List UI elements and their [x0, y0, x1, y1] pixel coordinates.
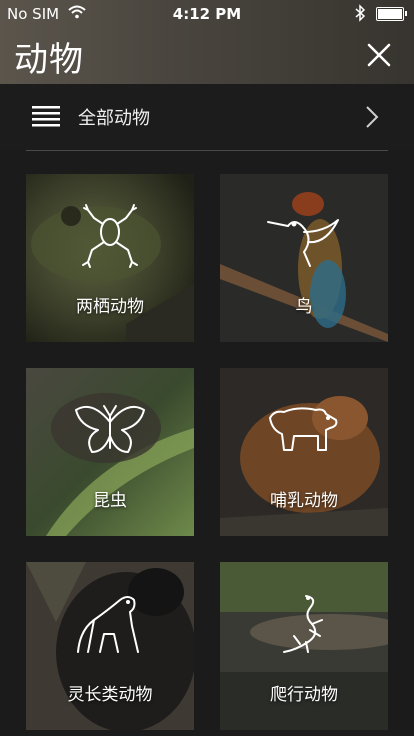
status-time: 4:12 PM [172, 5, 242, 23]
hummingbird-icon [267, 219, 339, 267]
butterfly-icon [75, 405, 145, 453]
header-bar: No SIM 4:12 PM 动物 [0, 0, 414, 84]
frog-icon [82, 204, 138, 268]
category-label: 昆虫 [93, 491, 127, 511]
category-tile-mammals[interactable]: 哺乳动物 [220, 368, 388, 536]
lizard-icon [283, 595, 323, 653]
bluetooth-icon [355, 4, 366, 22]
category-tile-amphibians[interactable]: 两栖动物 [26, 174, 194, 342]
category-label: 哺乳动物 [270, 491, 338, 511]
category-tile-primates[interactable]: 灵长类动物 [26, 562, 194, 730]
filter-row[interactable]: 全部动物 [0, 84, 414, 150]
category-label: 两栖动物 [76, 297, 144, 317]
category-tile-reptiles[interactable]: 爬行动物 [220, 562, 388, 730]
category-tile-insects[interactable]: 昆虫 [26, 368, 194, 536]
category-label: 鸟 [295, 297, 313, 317]
list-icon [32, 106, 60, 127]
page-title: 动物 [14, 40, 84, 80]
filter-label: 全部动物 [78, 108, 150, 129]
category-label: 爬行动物 [270, 685, 338, 705]
category-label: 灵长类动物 [67, 685, 153, 705]
category-tile-birds[interactable]: 鸟 [220, 174, 388, 342]
divider [26, 150, 388, 151]
bear-icon [269, 407, 338, 451]
status-bar: No SIM 4:12 PM [0, 0, 414, 28]
gorilla-icon [77, 596, 139, 653]
chevron-right-icon [366, 106, 379, 128]
battery-icon [376, 7, 407, 21]
close-icon[interactable] [358, 34, 400, 76]
